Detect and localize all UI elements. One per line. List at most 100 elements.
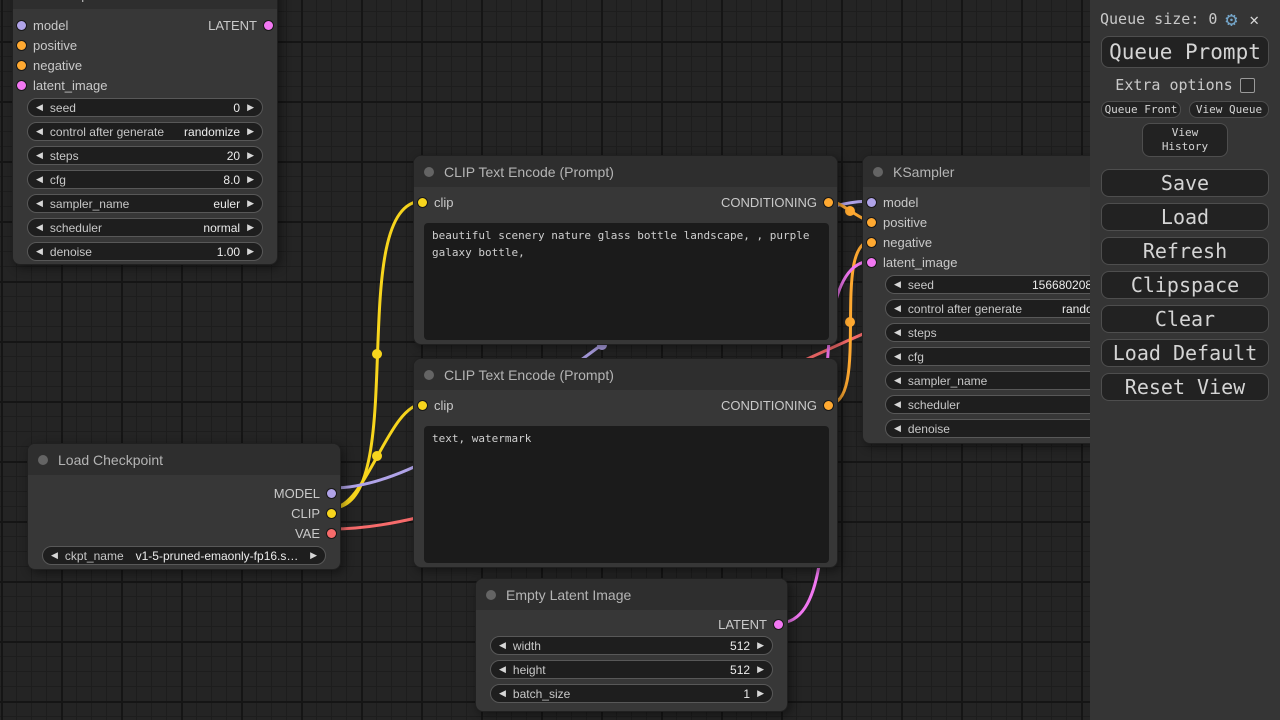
- output-port-clip[interactable]: [327, 509, 336, 518]
- increment-arrow-icon[interactable]: ▶: [247, 127, 254, 136]
- increment-arrow-icon[interactable]: ▶: [757, 689, 764, 698]
- increment-arrow-icon[interactable]: ▶: [247, 199, 254, 208]
- decrement-arrow-icon[interactable]: ◀: [894, 424, 901, 433]
- output-port-latent[interactable]: [264, 21, 273, 30]
- increment-arrow-icon[interactable]: ▶: [247, 223, 254, 232]
- decrement-arrow-icon[interactable]: ◀: [499, 665, 506, 674]
- decrement-arrow-icon[interactable]: ◀: [51, 551, 58, 560]
- decrement-arrow-icon[interactable]: ◀: [894, 280, 901, 289]
- increment-arrow-icon[interactable]: ▶: [247, 175, 254, 184]
- input-port-clip[interactable]: [418, 401, 427, 410]
- decrement-arrow-icon[interactable]: ◀: [36, 199, 43, 208]
- reset-view-button[interactable]: Reset View: [1101, 373, 1269, 401]
- save-button[interactable]: Save: [1101, 169, 1269, 197]
- input-port-negative[interactable]: [17, 61, 26, 70]
- decrement-arrow-icon[interactable]: ◀: [36, 127, 43, 136]
- widget-steps[interactable]: ◀ steps: [885, 323, 1125, 342]
- queue-front-button[interactable]: Queue Front: [1101, 101, 1181, 118]
- output-port-conditioning[interactable]: [824, 401, 833, 410]
- widget-ckpt-name[interactable]: ◀ ckpt_name v1-5-pruned-emaonly-fp16.s… …: [42, 546, 326, 565]
- widget-steps[interactable]: ◀ steps 20 ▶: [27, 146, 263, 165]
- settings-gear-icon[interactable]: ⚙: [1225, 9, 1237, 29]
- input-port-positive[interactable]: [867, 218, 876, 227]
- widget-label: scheduler: [50, 221, 102, 235]
- decrement-arrow-icon[interactable]: ◀: [36, 103, 43, 112]
- input-port-latent-image[interactable]: [17, 81, 26, 90]
- decrement-arrow-icon[interactable]: ◀: [499, 689, 506, 698]
- prompt-textarea[interactable]: beautiful scenery nature glass bottle la…: [424, 223, 829, 340]
- widget-seed[interactable]: ◀ seed 1566802087: [885, 275, 1125, 294]
- widget-cfg[interactable]: ◀ cfg: [885, 347, 1125, 366]
- output-port-model[interactable]: [327, 489, 336, 498]
- input-label: model: [33, 18, 68, 33]
- widget-batch-size[interactable]: ◀ batch_size 1 ▶: [490, 684, 773, 703]
- clipspace-button[interactable]: Clipspace: [1101, 271, 1269, 299]
- widget-control-after-generate[interactable]: ◀ control after generate randomize ▶: [27, 122, 263, 141]
- widget-scheduler[interactable]: ◀ scheduler: [885, 395, 1125, 414]
- increment-arrow-icon[interactable]: ▶: [757, 641, 764, 650]
- node-collapse-dot[interactable]: [424, 167, 434, 177]
- widget-sampler-name[interactable]: ◀ sampler_name euler ▶: [27, 194, 263, 213]
- decrement-arrow-icon[interactable]: ◀: [36, 175, 43, 184]
- increment-arrow-icon[interactable]: ▶: [310, 551, 317, 560]
- input-port-model[interactable]: [17, 21, 26, 30]
- widget-scheduler[interactable]: ◀ scheduler normal ▶: [27, 218, 263, 237]
- node-collapse-dot[interactable]: [486, 590, 496, 600]
- output-port-latent[interactable]: [774, 620, 783, 629]
- node-collapse-dot[interactable]: [38, 455, 48, 465]
- queue-prompt-button[interactable]: Queue Prompt: [1101, 36, 1269, 68]
- node-graph-canvas[interactable]: KSampler model LATENT positive negative: [0, 0, 1280, 720]
- node-clip-text-encode-positive[interactable]: CLIP Text Encode (Prompt) clip CONDITION…: [413, 155, 838, 345]
- node-title-bar[interactable]: CLIP Text Encode (Prompt): [414, 359, 837, 390]
- output-port-vae[interactable]: [327, 529, 336, 538]
- input-port-latent-image[interactable]: [867, 258, 876, 267]
- node-title-bar[interactable]: CLIP Text Encode (Prompt): [414, 156, 837, 187]
- widget-denoise[interactable]: ◀ denoise 1.00 ▶: [27, 242, 263, 261]
- widget-sampler-name[interactable]: ◀ sampler_name: [885, 371, 1125, 390]
- view-queue-button[interactable]: View Queue: [1189, 101, 1269, 118]
- increment-arrow-icon[interactable]: ▶: [247, 151, 254, 160]
- decrement-arrow-icon[interactable]: ◀: [36, 151, 43, 160]
- widget-seed[interactable]: ◀ seed 0 ▶: [27, 98, 263, 117]
- load-button[interactable]: Load: [1101, 203, 1269, 231]
- node-title-bar[interactable]: Empty Latent Image: [476, 579, 787, 610]
- extra-options-checkbox[interactable]: [1240, 78, 1255, 93]
- input-label: latent_image: [33, 78, 107, 93]
- decrement-arrow-icon[interactable]: ◀: [894, 400, 901, 409]
- prompt-textarea[interactable]: text, watermark: [424, 426, 829, 563]
- decrement-arrow-icon[interactable]: ◀: [36, 247, 43, 256]
- node-title-bar[interactable]: Load Checkpoint: [28, 444, 340, 475]
- increment-arrow-icon[interactable]: ▶: [247, 103, 254, 112]
- node-ksampler-left[interactable]: KSampler model LATENT positive negative: [12, 0, 278, 265]
- input-port-clip[interactable]: [418, 198, 427, 207]
- node-collapse-dot[interactable]: [424, 370, 434, 380]
- node-title-bar[interactable]: KSampler: [13, 0, 277, 9]
- widget-denoise[interactable]: ◀ denoise: [885, 419, 1125, 438]
- node-clip-text-encode-negative[interactable]: CLIP Text Encode (Prompt) clip CONDITION…: [413, 358, 838, 568]
- node-empty-latent-image[interactable]: Empty Latent Image LATENT ◀ width 512 ▶ …: [475, 578, 788, 712]
- widget-height[interactable]: ◀ height 512 ▶: [490, 660, 773, 679]
- input-port-positive[interactable]: [17, 41, 26, 50]
- output-port-conditioning[interactable]: [824, 198, 833, 207]
- decrement-arrow-icon[interactable]: ◀: [499, 641, 506, 650]
- input-label: clip: [434, 398, 454, 413]
- refresh-button[interactable]: Refresh: [1101, 237, 1269, 265]
- increment-arrow-icon[interactable]: ▶: [247, 247, 254, 256]
- input-port-negative[interactable]: [867, 238, 876, 247]
- widget-width[interactable]: ◀ width 512 ▶: [490, 636, 773, 655]
- view-history-button[interactable]: View History: [1142, 123, 1228, 157]
- widget-cfg[interactable]: ◀ cfg 8.0 ▶: [27, 170, 263, 189]
- load-default-button[interactable]: Load Default: [1101, 339, 1269, 367]
- decrement-arrow-icon[interactable]: ◀: [894, 304, 901, 313]
- close-icon[interactable]: ✕: [1249, 10, 1259, 29]
- node-load-checkpoint[interactable]: Load Checkpoint MODEL CLIP VAE ◀ ckpt_na…: [27, 443, 341, 570]
- clear-button[interactable]: Clear: [1101, 305, 1269, 333]
- widget-control-after-generate[interactable]: ◀ control after generate randomize: [885, 299, 1125, 318]
- increment-arrow-icon[interactable]: ▶: [757, 665, 764, 674]
- decrement-arrow-icon[interactable]: ◀: [894, 352, 901, 361]
- input-port-model[interactable]: [867, 198, 876, 207]
- decrement-arrow-icon[interactable]: ◀: [894, 328, 901, 337]
- decrement-arrow-icon[interactable]: ◀: [894, 376, 901, 385]
- node-collapse-dot[interactable]: [873, 167, 883, 177]
- decrement-arrow-icon[interactable]: ◀: [36, 223, 43, 232]
